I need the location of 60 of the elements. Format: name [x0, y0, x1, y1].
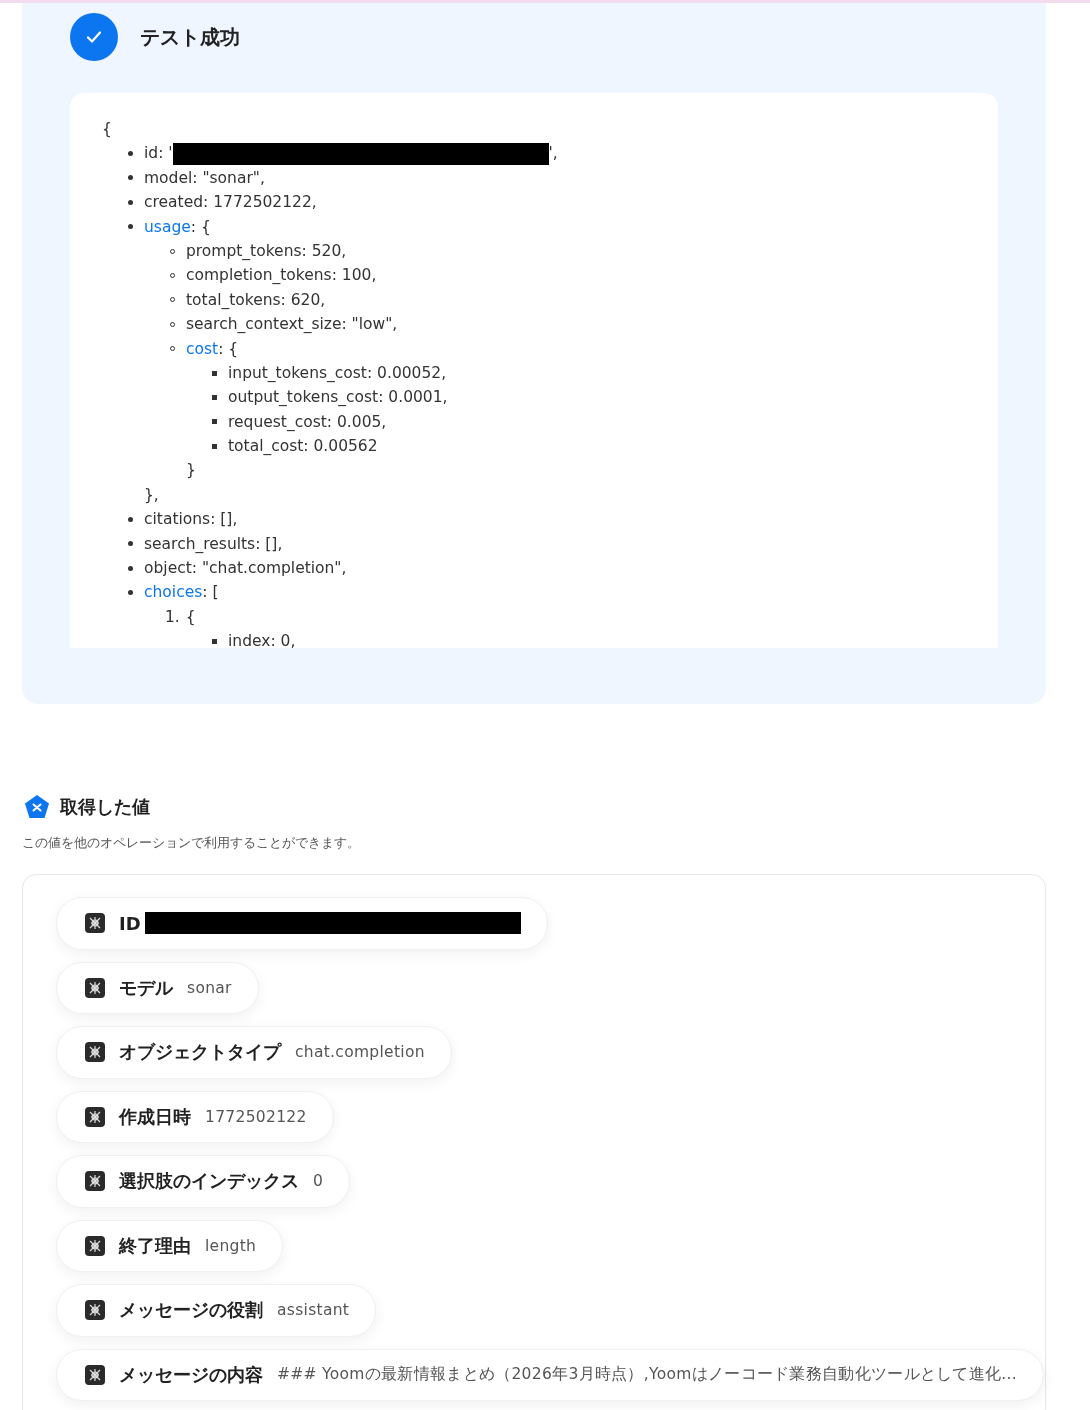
bullet-icon — [212, 638, 217, 644]
code-text: : [ — [202, 582, 219, 604]
code-text: search_results: [], — [144, 533, 283, 555]
code-text: : { — [218, 338, 239, 360]
result-title: テスト成功 — [140, 23, 240, 51]
bullet-icon — [128, 590, 133, 596]
code-text: { — [185, 606, 196, 628]
bullet-icon — [212, 443, 217, 449]
app-icon — [85, 1300, 105, 1321]
bullet-icon — [128, 516, 133, 522]
app-icon — [85, 1235, 105, 1256]
code-text: : { — [190, 216, 211, 238]
bullet-icon — [128, 541, 133, 547]
list-number: 1. — [165, 606, 180, 628]
value-chip[interactable]: オブジェクトタイプ chat.completion — [56, 1026, 452, 1079]
bullet-icon — [212, 419, 217, 425]
code-text: }, — [144, 484, 159, 506]
value-chip[interactable]: モデル sonar — [56, 961, 259, 1014]
code-text: output_tokens_cost: 0.0001, — [228, 387, 448, 409]
object-key: cost — [186, 336, 219, 361]
code-text: created: 1772502122, — [144, 192, 317, 214]
bullet-icon — [212, 370, 217, 376]
code-text: search_context_size: "low", — [186, 314, 398, 336]
bullet-icon — [128, 199, 133, 205]
value-chip[interactable]: 作成日時 1772502122 — [56, 1090, 334, 1143]
object-key: usage — [144, 214, 191, 239]
app-icon — [85, 1171, 105, 1192]
section-description: この値を他のオペレーションで利用することができます。 — [22, 834, 361, 852]
bullet-icon — [212, 395, 217, 400]
code-text: input_tokens_cost: 0.00052, — [228, 362, 447, 384]
code-text: total_tokens: 620, — [186, 289, 326, 311]
code-text: object: "chat.completion", — [144, 558, 347, 580]
code-text: request_cost: 0.005, — [228, 411, 387, 433]
bullet-icon — [128, 151, 133, 157]
app-icon — [85, 1042, 105, 1063]
code-text: ', — [548, 143, 558, 165]
code-text: } — [186, 460, 196, 482]
code-text: completion_tokens: 100, — [186, 265, 377, 287]
value-chip[interactable]: メッセージの役割 assistant — [56, 1284, 377, 1337]
code-text: citations: [], — [144, 509, 238, 531]
bullet-icon — [128, 175, 133, 181]
app-icon — [85, 1106, 105, 1127]
code-text: index: 0, — [228, 631, 296, 648]
section-title: 取得した値 — [60, 795, 150, 819]
value-chip[interactable]: 終了理由 length — [56, 1219, 284, 1272]
value-chip[interactable]: メッセージの内容 ### Yoomの最新情報まとめ（2026年3月時点）,Yoomはノーコード業務自動化ツールとして進化... — [56, 1348, 1045, 1401]
app-icon — [85, 913, 105, 934]
bullet-icon — [128, 224, 133, 230]
code-text: { — [102, 119, 112, 140]
code-text: model: "sonar", — [144, 167, 265, 189]
bullet-icon — [128, 565, 133, 571]
x-pentagon-icon — [24, 794, 50, 820]
code-text: id: ' — [144, 143, 173, 165]
value-chip[interactable]: ID — [56, 897, 548, 950]
value-chip[interactable]: 選択肢のインデックス 0 — [56, 1155, 351, 1208]
app-icon — [85, 977, 105, 998]
object-key: choices — [144, 580, 203, 605]
app-icon — [85, 1364, 105, 1385]
code-text: total_cost: 0.00562 — [228, 436, 378, 458]
code-text: prompt_tokens: 520, — [186, 240, 347, 262]
